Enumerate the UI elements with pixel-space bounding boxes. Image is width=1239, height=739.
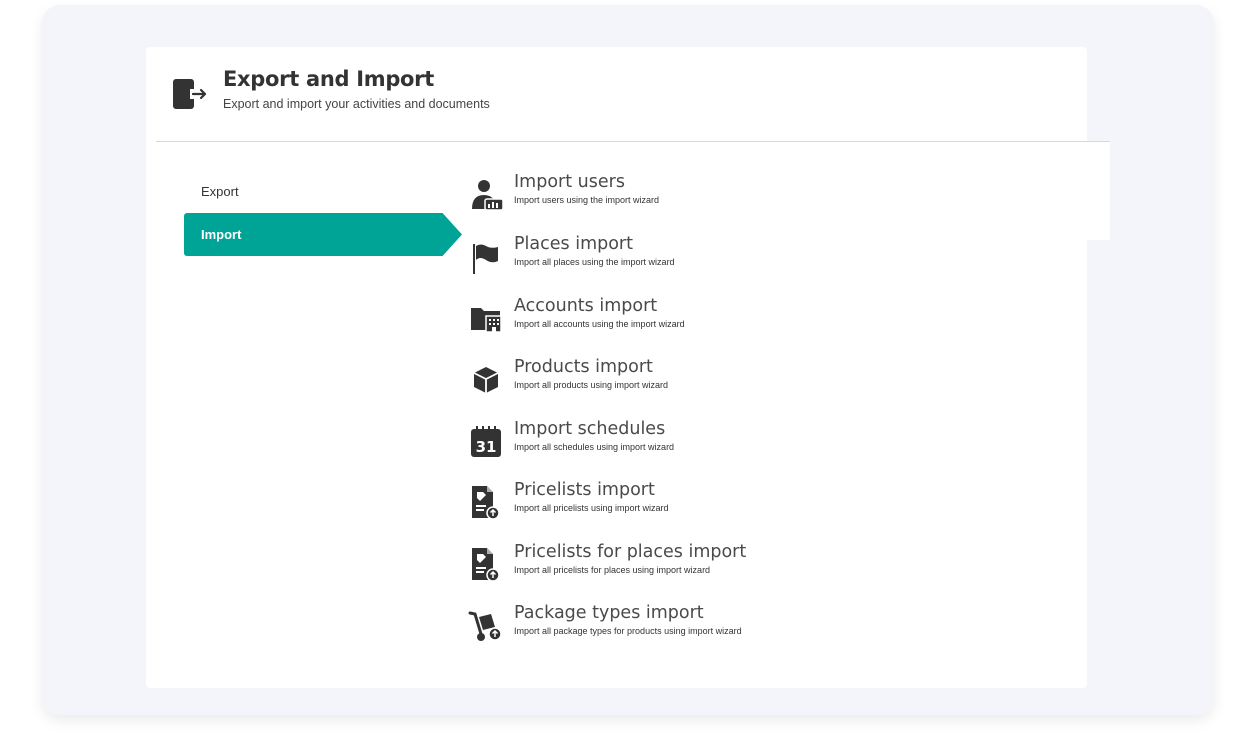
box-icon	[473, 367, 499, 393]
item-description: Import all places using the import wizar…	[514, 257, 675, 267]
item-title: Import schedules	[514, 419, 666, 439]
hand-truck-icon	[468, 611, 502, 641]
item-title: Import users	[514, 172, 625, 192]
pricelist-upload-icon	[472, 486, 500, 520]
page-title: Export and Import	[223, 67, 434, 91]
accounts-import-item[interactable]: Accounts import Import all accounts usin…	[468, 296, 868, 340]
item-description: Import users using the import wizard	[514, 195, 660, 205]
item-description: Import all pricelists for places using i…	[514, 565, 711, 575]
item-description: Import all accounts using the import wiz…	[514, 319, 685, 329]
item-title: Pricelists for places import	[514, 542, 747, 562]
export-import-icon	[173, 79, 207, 109]
item-title: Package types import	[514, 603, 704, 623]
pricelists-places-import-item[interactable]: Pricelists for places import Import all …	[468, 542, 868, 586]
item-description: Import all schedules using import wizard	[514, 442, 675, 452]
panel-strip	[1087, 142, 1110, 240]
pricelist-upload-icon	[472, 548, 500, 582]
item-title: Products import	[514, 357, 653, 377]
nav-item-import[interactable]: Import	[184, 213, 462, 256]
header-divider	[156, 141, 1110, 142]
pricelists-import-item[interactable]: Pricelists import Import all pricelists …	[468, 480, 868, 524]
calendar-day: 31	[476, 438, 497, 456]
item-title: Places import	[514, 234, 633, 254]
products-import-item[interactable]: Products import Import all products usin…	[468, 357, 868, 401]
item-title: Pricelists import	[514, 480, 655, 500]
import-users-item[interactable]: Import users Import users using the impo…	[468, 172, 868, 216]
flag-icon	[473, 244, 498, 274]
nav-item-export[interactable]: Export	[184, 170, 462, 213]
calendar-icon: 31	[471, 426, 501, 457]
schedules-import-item[interactable]: 31 Import schedules Import all schedules…	[468, 419, 868, 463]
folder-building-icon	[471, 308, 502, 333]
places-import-item[interactable]: Places import Import all places using th…	[468, 234, 868, 278]
user-import-icon	[472, 180, 504, 211]
item-description: Import all products using import wizard	[514, 380, 669, 390]
item-description: Import all package types for products us…	[514, 626, 742, 636]
package-types-import-item[interactable]: Package types import Import all package …	[468, 603, 868, 647]
item-description: Import all pricelists using import wizar…	[514, 503, 669, 513]
page-subtitle: Export and import your activities and do…	[223, 97, 490, 111]
item-title: Accounts import	[514, 296, 658, 316]
